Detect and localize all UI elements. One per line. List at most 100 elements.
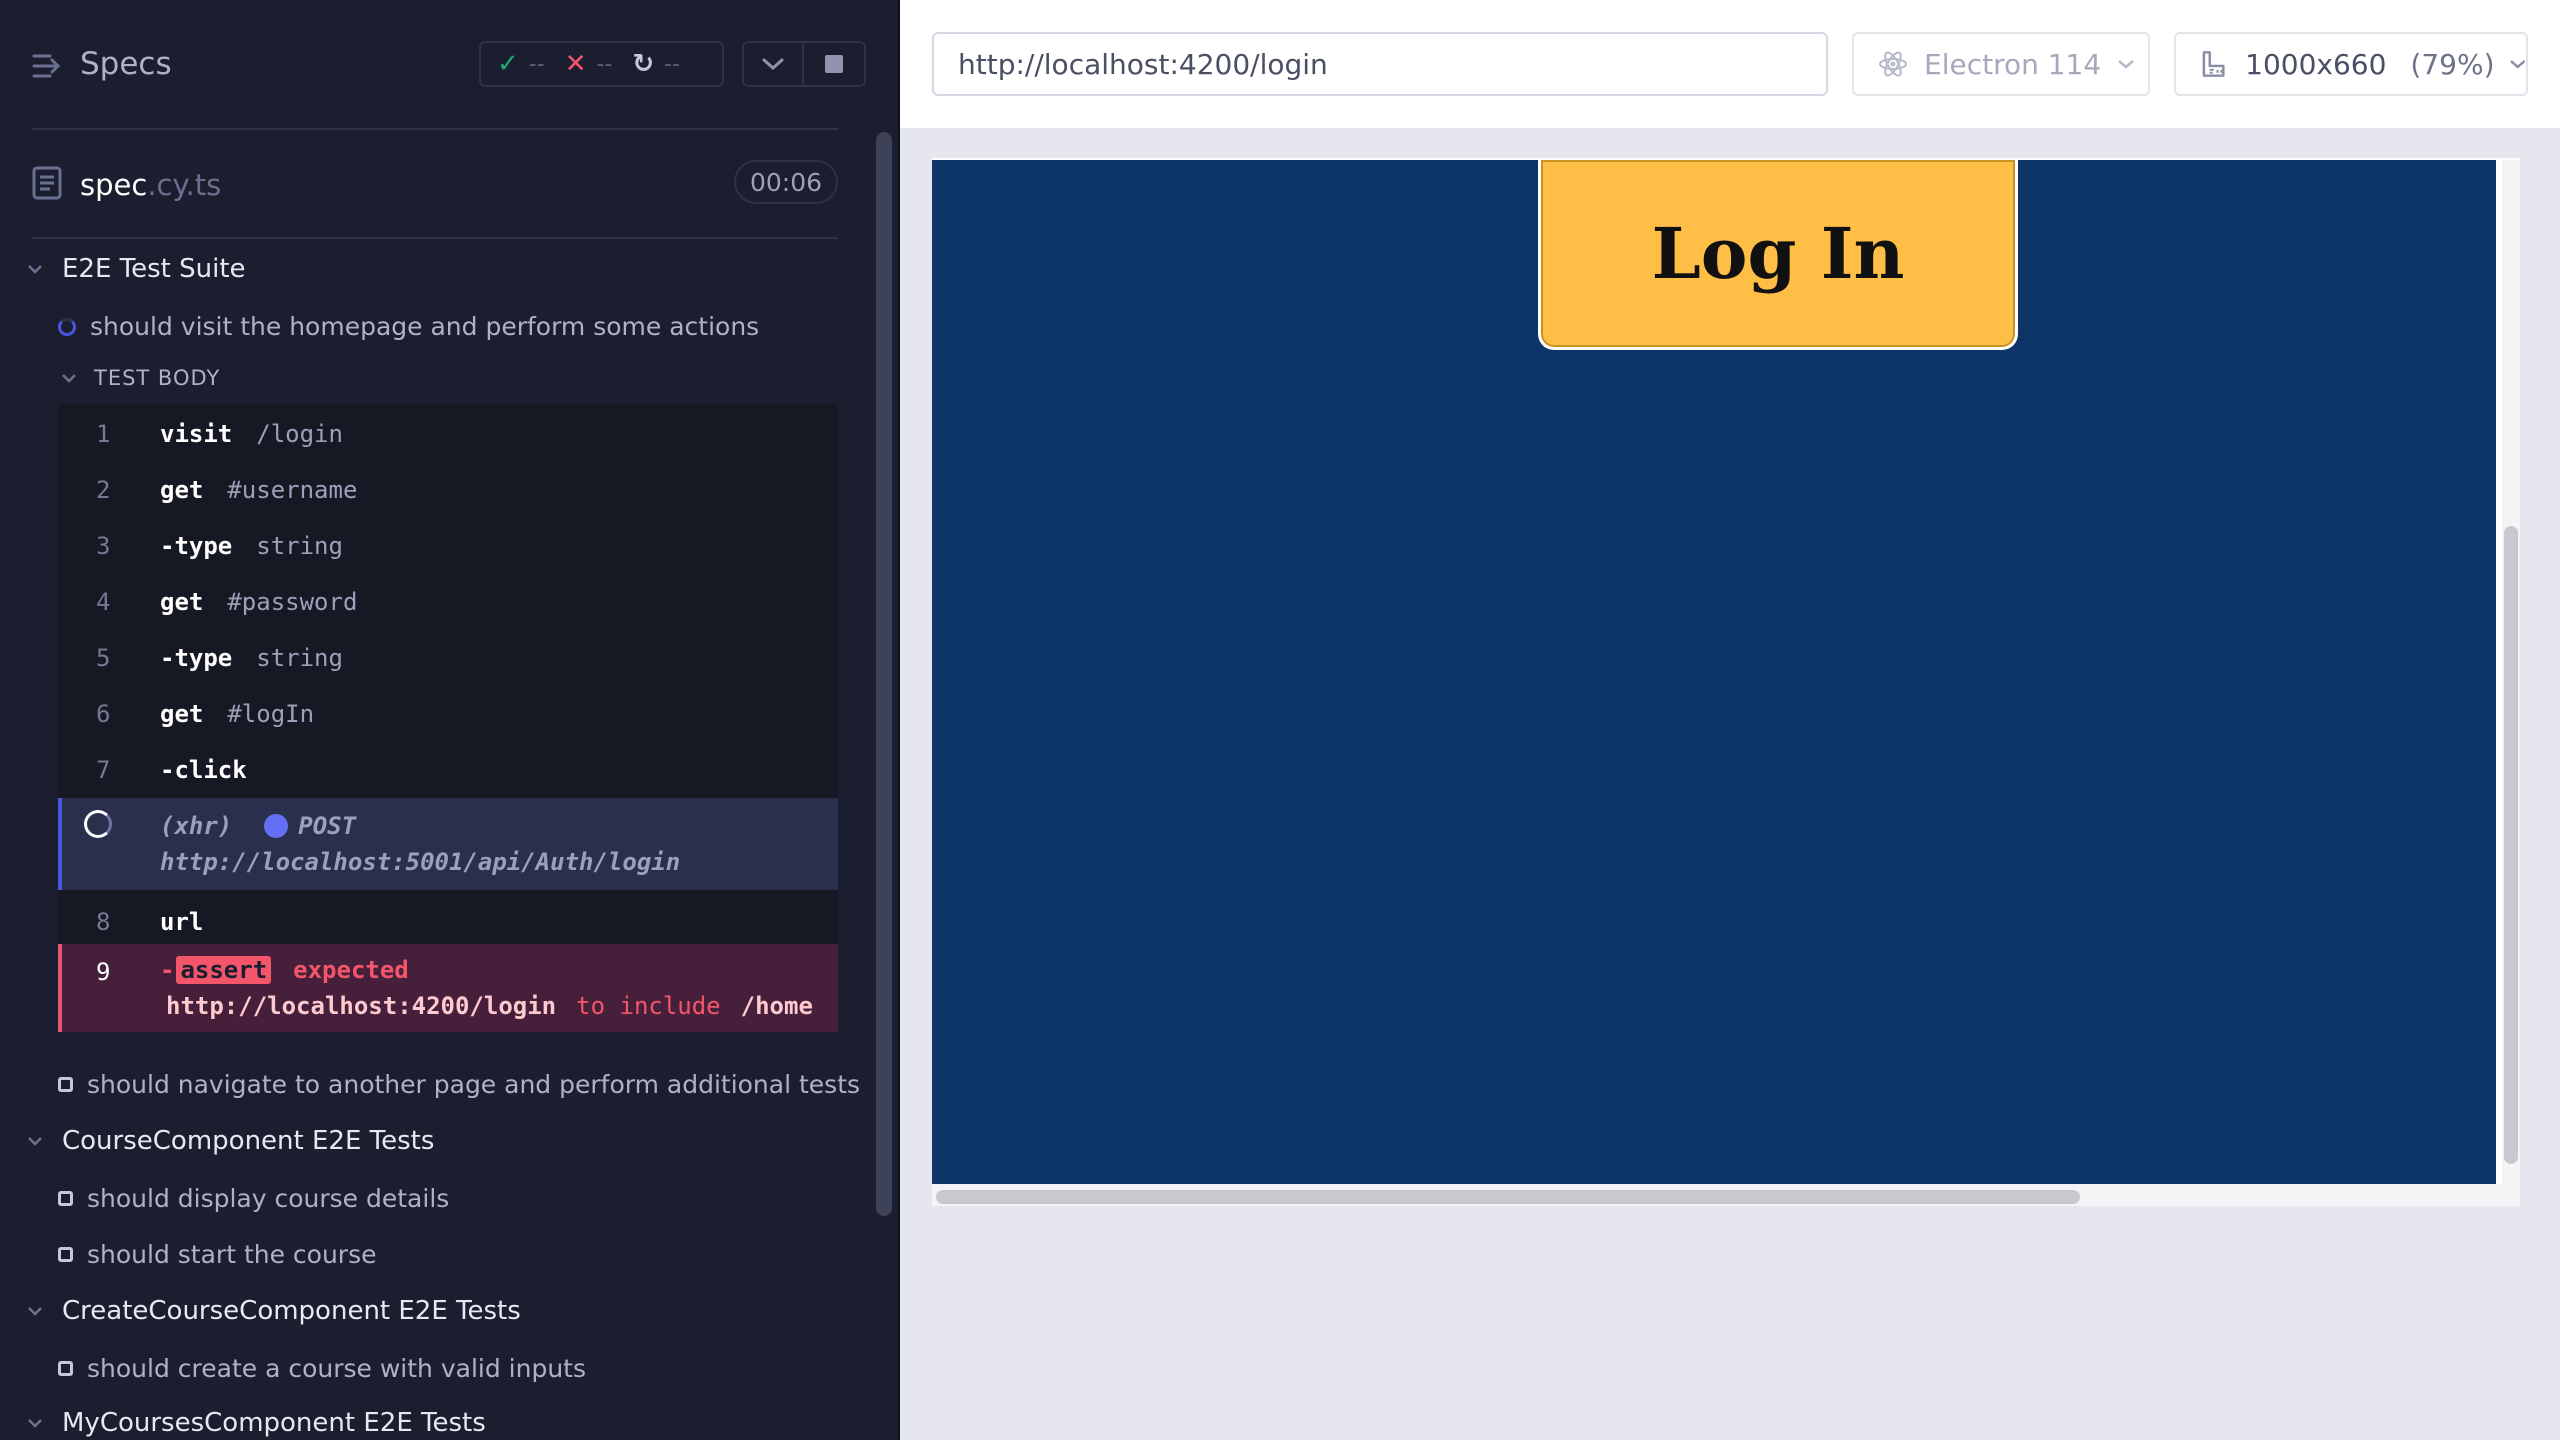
pending-test-icon — [58, 1247, 73, 1262]
assert-message: http://localhost:4200/login to include/ho… — [166, 992, 813, 1020]
url-bar[interactable]: http://localhost:4200/login — [932, 32, 1828, 96]
test-title: should visit the homepage and perform so… — [90, 312, 760, 341]
command-number: 1 — [96, 420, 111, 448]
pending-count: -- — [664, 51, 681, 77]
chevron-down-icon — [28, 265, 42, 274]
command-message: /login — [256, 420, 343, 448]
spec-file-row: spec.cy.ts 00:06 — [32, 158, 838, 210]
check-icon: ✓ — [497, 49, 519, 79]
command-row[interactable]: 5 -type string — [58, 630, 838, 686]
specs-header: Specs ✓ -- ✕ -- ↻ -- — [0, 0, 898, 130]
command-message: string — [256, 644, 343, 672]
electron-icon — [1879, 51, 1907, 77]
specs-list-toggle-icon[interactable] — [32, 50, 64, 82]
command-name-text: visit — [160, 420, 233, 448]
viewport-selector[interactable]: 1000x660 (79%) — [2174, 32, 2528, 96]
expand-collapse-button[interactable] — [742, 41, 804, 87]
command-row[interactable]: 7 -click — [58, 742, 838, 798]
aut-horizontal-scrollbar[interactable] — [936, 1190, 2080, 1204]
xhr-type: (xhr) — [160, 812, 233, 840]
xhr-summary: (xhr) POST — [160, 812, 356, 840]
spinner-icon: ↻ — [632, 49, 655, 79]
command-name: url — [160, 908, 204, 936]
suite-row[interactable]: E2E Test Suite — [28, 254, 246, 284]
suite-row[interactable]: CreateCourseComponent E2E Tests — [28, 1296, 521, 1326]
viewport-scale: (79%) — [2410, 47, 2495, 81]
spec-file-name[interactable]: spec.cy.ts — [80, 168, 221, 202]
viewport-size: 1000x660 — [2245, 47, 2387, 81]
command-row[interactable]: 1 visit/login — [58, 406, 838, 462]
command-log: 1 visit/login 2 get #username 3 -type stri… — [58, 404, 838, 1032]
specs-title[interactable]: Specs — [80, 46, 172, 82]
reporter-scrollbar[interactable] — [876, 132, 892, 1216]
command-message: #username — [227, 476, 358, 504]
command-number: 9 — [96, 958, 111, 986]
test-body-toggle[interactable]: TEST BODY — [62, 366, 220, 390]
browser-name: Electron 114 — [1924, 47, 2102, 81]
login-button[interactable]: Log In — [1538, 160, 2018, 350]
aut-iframe: Log In — [932, 158, 2520, 1206]
assert-expected: expected — [293, 956, 409, 984]
pending-dot-icon — [264, 814, 289, 838]
document-icon — [32, 166, 62, 200]
assert-actual: http://localhost:4200/login — [166, 992, 557, 1020]
command-name-text: get — [160, 588, 204, 616]
app-under-test: Log In — [932, 160, 2496, 1184]
command-number: 5 — [96, 644, 111, 672]
test-title: should display course details — [87, 1184, 450, 1213]
command-message: #password — [227, 588, 358, 616]
xhr-method: POST — [298, 812, 357, 840]
command-name: -type string — [160, 532, 343, 560]
pending-test-icon — [58, 1361, 73, 1376]
command-message: #logIn — [227, 700, 315, 728]
test-item[interactable]: should navigate to another page and perf… — [58, 1070, 860, 1099]
command-number: 4 — [96, 588, 111, 616]
header-divider — [32, 128, 838, 130]
assert-summary: - assert expected — [160, 956, 409, 984]
chevron-down-icon — [762, 58, 784, 71]
test-item[interactable]: should start the course — [58, 1240, 377, 1269]
command-name: get #password — [160, 588, 357, 616]
command-name: -type string — [160, 644, 343, 672]
pending-test-icon — [58, 1191, 73, 1206]
command-row[interactable]: 4 get #password — [58, 574, 838, 630]
browser-selector[interactable]: Electron 114 — [1852, 32, 2150, 96]
suite-title: CourseComponent E2E Tests — [62, 1126, 435, 1156]
test-title: should start the course — [87, 1240, 377, 1269]
assert-keyword: to include — [576, 992, 721, 1020]
stop-button[interactable] — [802, 41, 866, 87]
chevron-down-icon — [28, 1137, 42, 1146]
passed-count: -- — [528, 51, 545, 77]
failed-stat: ✕ -- — [565, 49, 613, 79]
test-item[interactable]: should display course details — [58, 1184, 449, 1213]
assert-target: /home — [740, 992, 813, 1020]
command-number: 7 — [96, 756, 111, 784]
command-name-text: -type — [160, 644, 233, 672]
suite-title: CreateCourseComponent E2E Tests — [62, 1296, 521, 1326]
suite-row[interactable]: MyCoursesComponent E2E Tests — [28, 1408, 486, 1438]
test-item[interactable]: should create a course with valid inputs — [58, 1354, 586, 1383]
command-row[interactable]: 8 url — [58, 894, 838, 950]
chevron-down-icon — [28, 1307, 42, 1316]
xhr-request-row[interactable]: (xhr) POST http://localhost:5001/api/Aut… — [58, 798, 838, 890]
suite-row[interactable]: CourseComponent E2E Tests — [28, 1126, 434, 1156]
assert-failure-row[interactable]: 9 - assert expected http://localhost:4200/… — [58, 944, 838, 1032]
chevron-down-icon — [2118, 60, 2135, 69]
command-row[interactable]: 3 -type string — [58, 518, 838, 574]
pending-stat: ↻ -- — [632, 49, 680, 79]
command-name-text: -type — [160, 532, 233, 560]
aut-vertical-scrollbar[interactable] — [2504, 526, 2518, 1164]
test-title: should navigate to another page and perf… — [87, 1070, 861, 1099]
passed-stat: ✓ -- — [497, 49, 545, 79]
command-name: visit/login — [160, 420, 343, 448]
command-number: 3 — [96, 532, 111, 560]
pending-test-icon — [58, 1077, 73, 1092]
command-row[interactable]: 6 get #logIn — [58, 686, 838, 742]
command-name-text: get — [160, 700, 204, 728]
test-body-label: TEST BODY — [94, 366, 221, 390]
spec-file-basename: spec — [80, 168, 148, 202]
suite-title: E2E Test Suite — [62, 254, 246, 284]
test-running[interactable]: should visit the homepage and perform so… — [58, 312, 759, 341]
command-number: 6 — [96, 700, 111, 728]
command-row[interactable]: 2 get #username — [58, 462, 838, 518]
